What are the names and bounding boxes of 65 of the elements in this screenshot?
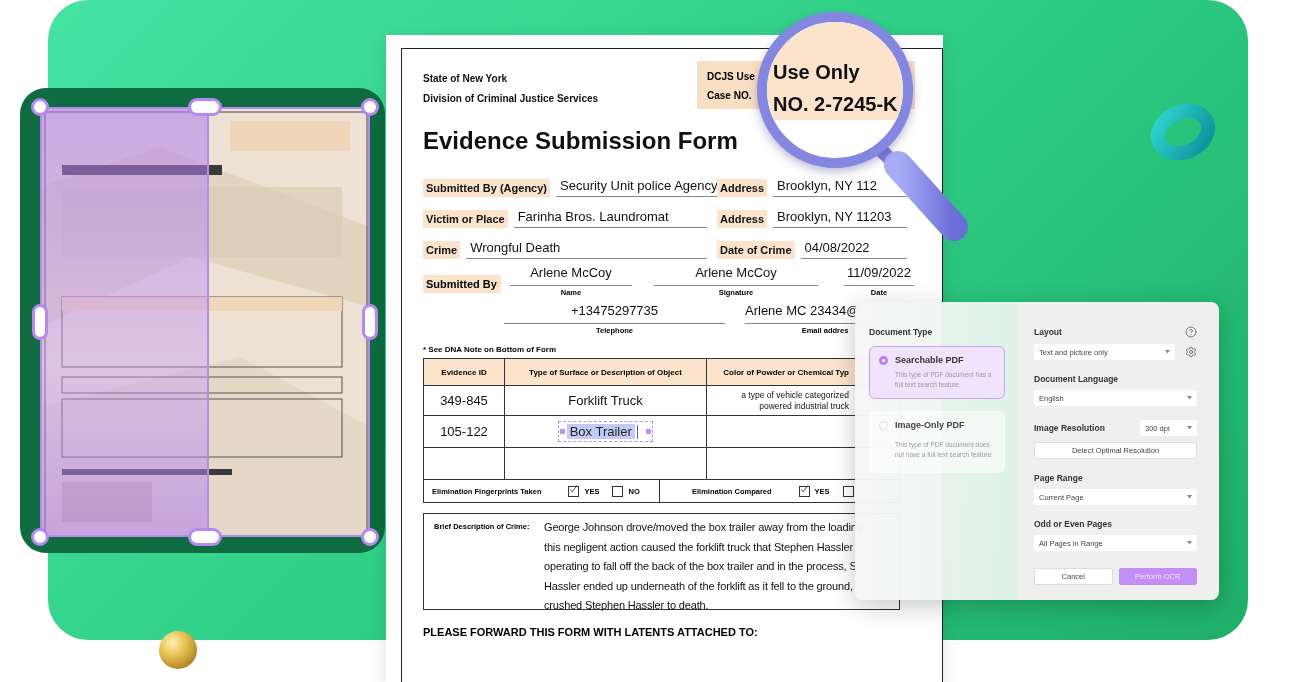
selection-handle[interactable] <box>646 429 652 434</box>
help-icon[interactable] <box>1185 326 1197 338</box>
table-header-cell-text: Evidence ID <box>440 366 488 379</box>
crop-handle[interactable] <box>32 304 48 340</box>
fill-in-line: Farinha Bros. Laundromat <box>513 209 707 228</box>
crop-handle[interactable] <box>188 98 222 116</box>
case-text: DCJS Use <box>707 70 755 84</box>
table-cell: Forklift Truck <box>504 386 706 415</box>
checkbox[interactable] <box>798 485 810 497</box>
section-label: Image Resolution <box>1034 423 1105 433</box>
fill-in-line: Arlene McCoy <box>510 265 632 286</box>
crop-handle[interactable] <box>362 304 378 340</box>
field-label: Submitted By <box>423 275 501 293</box>
checkbox[interactable] <box>568 485 580 497</box>
field-label: Date of Crime <box>717 241 795 259</box>
crop-handle[interactable] <box>188 528 222 546</box>
field-label: Address <box>717 210 768 228</box>
fill-in-line: Brooklyn, NY 11203 <box>773 209 907 228</box>
caret-icon <box>1165 350 1170 354</box>
fill-in-line: Wrongful Death <box>466 240 707 259</box>
fill-in-line: 04/08/2022 <box>800 240 907 259</box>
crop-handle[interactable] <box>31 528 49 546</box>
agency-text: Division of Criminal Justice Services <box>423 92 599 106</box>
section-label: Document Type <box>869 327 933 337</box>
selected-text: Box Trailer <box>566 424 635 439</box>
field-label: Address <box>717 179 768 197</box>
caret-icon <box>1187 495 1192 499</box>
section-label: Layout <box>1034 327 1062 337</box>
field-label: Crime <box>423 241 461 259</box>
text-edit-box[interactable]: Box Trailer <box>557 421 654 442</box>
caret-icon <box>1187 426 1192 430</box>
form-title: Evidence Submission Form <box>423 127 738 155</box>
caret-icon <box>1187 541 1192 545</box>
section-label: Odd or Even Pages <box>1034 519 1112 529</box>
table-cell-text: 105-122 <box>439 423 489 441</box>
section-label: Document Language <box>1034 374 1119 384</box>
ring-shape <box>1148 103 1218 161</box>
sphere-shape <box>158 630 198 670</box>
selection-handle[interactable] <box>559 429 565 434</box>
fill-in-line: Brooklyn, NY 112 <box>773 178 907 197</box>
fill-in-line: +13475297735 <box>504 303 725 324</box>
crop-handle[interactable] <box>31 98 49 116</box>
fill-in-line: Security Unit police Agency <box>556 178 718 197</box>
section-label: Page Range <box>1034 473 1083 483</box>
magnified-text: NO. 2-7245-K <box>773 92 898 117</box>
table-cell-text: 349-845 <box>439 392 489 410</box>
crop-handle[interactable] <box>361 528 379 546</box>
checkbox[interactable] <box>842 485 854 497</box>
caret-icon <box>1187 396 1192 400</box>
option-title: Image-Only PDF <box>895 420 966 432</box>
fill-in-line: 11/09/2022 <box>844 265 914 286</box>
radio-button[interactable] <box>879 356 888 365</box>
fill-in-line: Arlene McCoy <box>654 265 818 286</box>
checkbox[interactable] <box>612 485 624 497</box>
agency-text: State of New York <box>423 72 508 86</box>
form-note: * See DNA Note on Bottom of Form <box>423 345 557 354</box>
magnified-text: Use Only <box>773 60 860 85</box>
crop-handle[interactable] <box>361 98 379 116</box>
case-text: Case NO. <box>707 89 752 103</box>
settings-icon[interactable] <box>1185 346 1197 358</box>
field-label: Submitted By (Agency) <box>423 179 550 197</box>
text-cursor <box>636 424 639 439</box>
forward-heading: PLEASE FORWARD THIS FORM WITH LATENTS ATTACHED TO: <box>423 626 758 638</box>
table-header-cell: Type of Surface or Description of Object <box>504 359 706 385</box>
field-label: Victim or Place <box>423 210 508 228</box>
